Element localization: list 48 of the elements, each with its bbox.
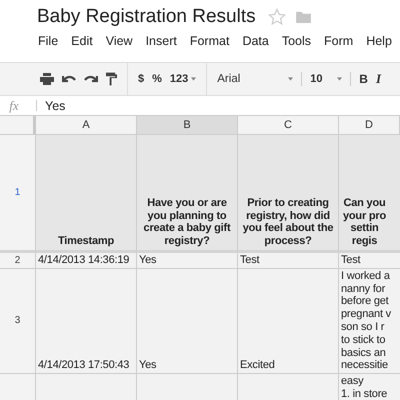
menu-item[interactable]: Edit [71,34,93,52]
menu-item[interactable]: Format [190,34,230,52]
column-header[interactable]: D [339,116,400,135]
star-icon[interactable] [268,8,286,26]
row-header[interactable]: 3 [0,268,36,374]
paint-roller-icon[interactable] [106,72,117,86]
header-cell: Timestamp [36,135,137,253]
caret-icon [191,77,196,81]
menu-item[interactable]: Insert [146,34,177,52]
caret-icon [337,77,342,81]
column-header[interactable]: A [36,116,137,135]
corner-cell[interactable] [0,116,36,135]
row-header[interactable]: 1 [0,135,36,253]
header-cell: Have you or are you planning to create a baby gift registry? [137,135,238,253]
redo-icon[interactable] [84,74,98,84]
table-cell: Yes [137,268,238,374]
table-cell: 4/14/2013 17:50:43 [36,268,137,374]
column-header[interactable]: C [238,116,339,135]
formula-field[interactable]: Yes [45,98,66,112]
menu-item[interactable]: File [38,34,58,52]
menu-item[interactable]: Form [324,34,354,52]
number-format-button[interactable]: 123 [170,73,196,85]
italic-button[interactable]: I [376,71,381,87]
percent-button[interactable]: % [152,73,162,85]
table-cell: easy 1. in store [339,374,400,400]
font-dropdown[interactable]: Arial [217,73,294,85]
table-cell: Yes [137,253,238,269]
menu-item[interactable]: Tools [282,34,312,52]
caret-icon [288,77,294,81]
menu-item[interactable]: Data [242,34,269,52]
bold-button[interactable]: B [359,72,368,86]
document-title: Baby Registration Results [37,6,256,28]
row-header[interactable]: 2 [0,253,36,269]
print-icon[interactable] [40,73,54,85]
table-cell: 4/14/2013 14:36:19 [36,253,137,269]
menu-item[interactable]: Help [366,34,392,52]
currency-button[interactable]: $ [138,73,144,85]
column-header[interactable]: B [137,116,238,135]
table-cell: Test [339,253,400,269]
table-cell: I worked a nanny for before get pregnant v son so I r to stick to basics an necessitie [339,268,400,374]
menu-item[interactable]: View [106,34,133,52]
formula-label: fx [8,98,20,114]
table-cell: Test [238,253,339,269]
font-size-dropdown[interactable]: 10 [310,73,342,85]
header-cell: Can you your pro settin regis [339,135,400,253]
table-cell: Excited [238,268,339,374]
header-cell: Prior to creating registry, how did you feel about the process? [238,135,339,253]
undo-icon[interactable] [62,74,76,84]
